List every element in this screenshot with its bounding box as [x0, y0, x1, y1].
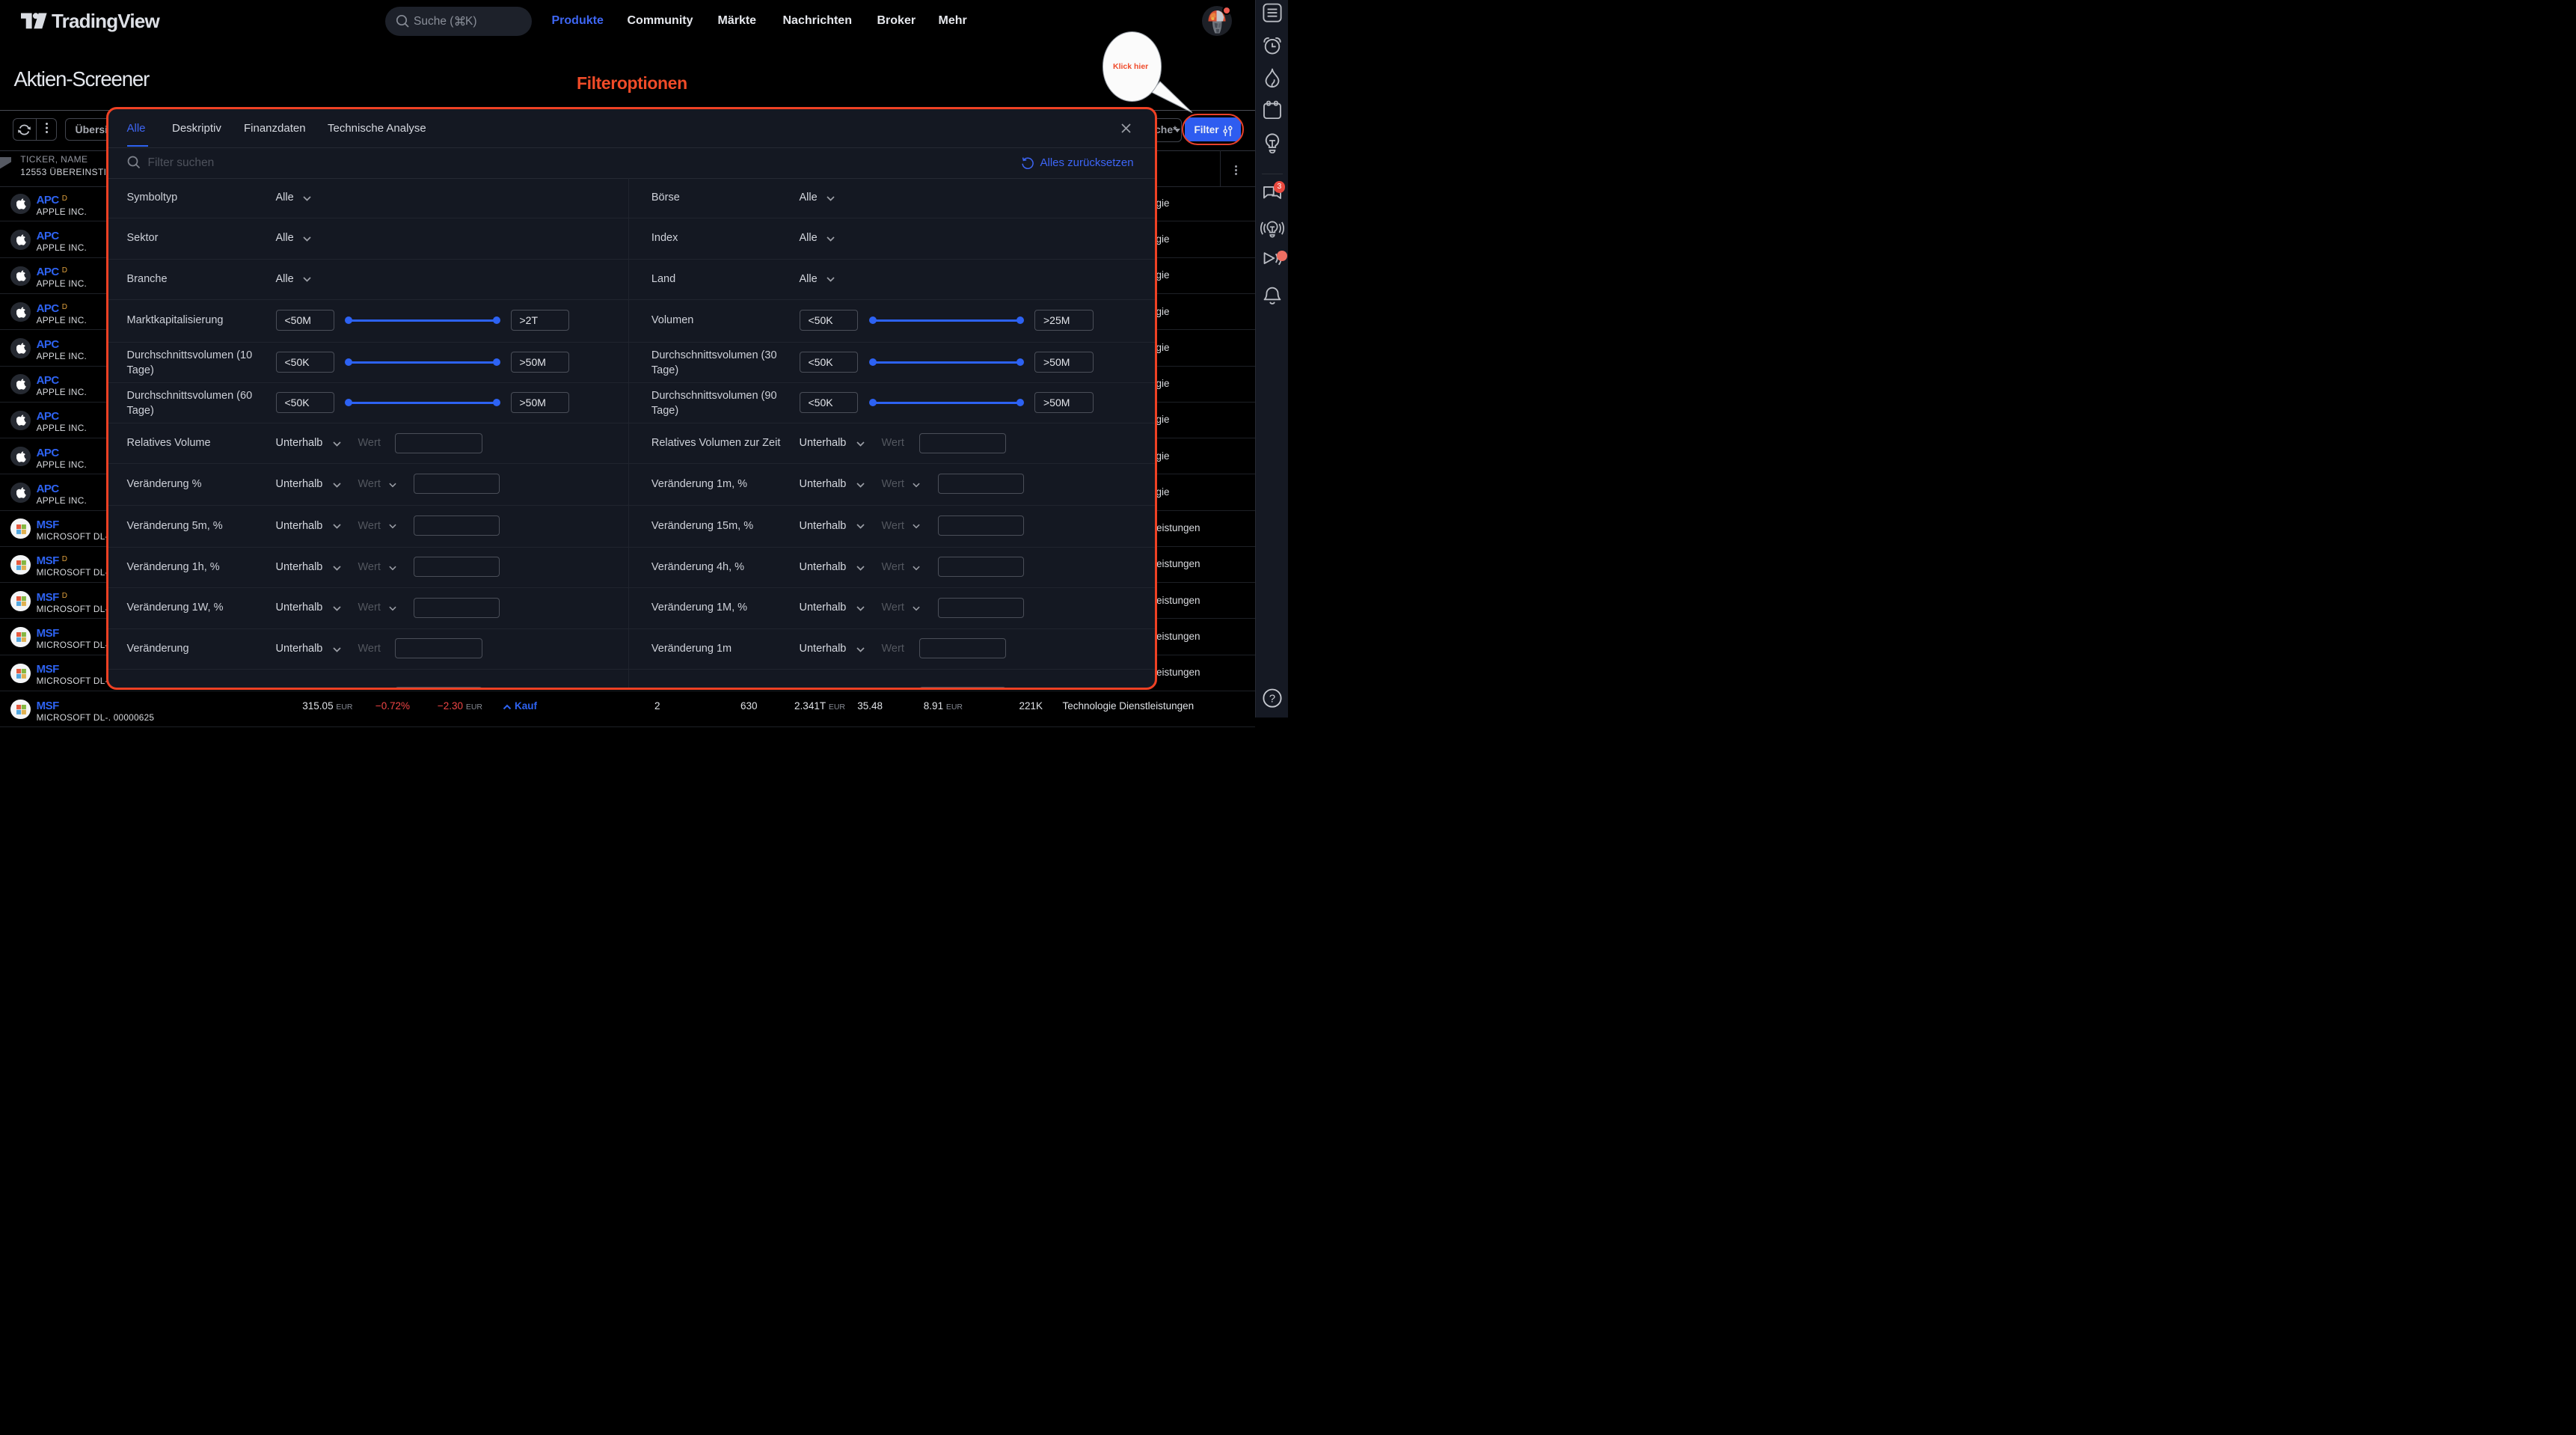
svg-text:?: ?: [1269, 692, 1275, 705]
